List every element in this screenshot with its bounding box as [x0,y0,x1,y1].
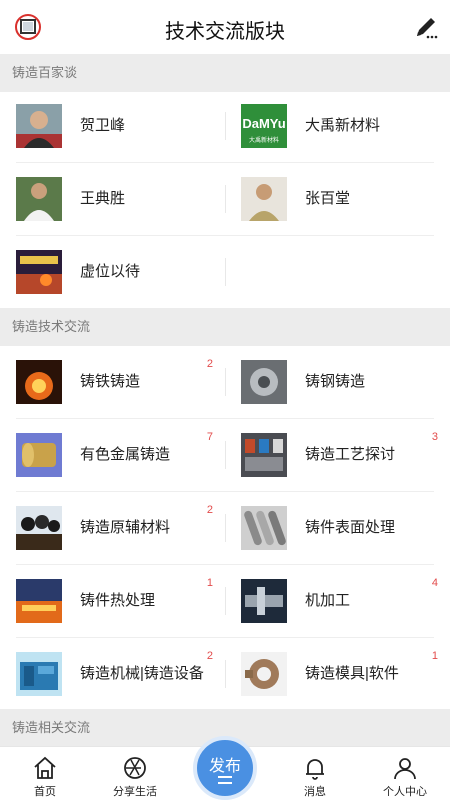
forum-label: 铸件热处理 [80,592,156,609]
section-header-experts: 铸造百家谈 [0,54,450,92]
expert-name: 虚位以待 [80,263,141,280]
brand-logo-subtext: 大禹新材料 [249,136,279,144]
avatar-photo [241,177,287,221]
avatar-photo [16,177,62,221]
aperture-icon [124,757,146,779]
forum-item[interactable]: 铸钢铸造 [225,346,450,418]
topic-image [16,506,62,550]
expert-name: 王典胜 [80,190,126,207]
topic-image [16,433,62,477]
expert-name: 大禹新材料 [305,117,381,134]
publish-label: 发布 [208,758,241,775]
forum-label: 铸铁铸造 [80,373,141,390]
tab-share[interactable]: 分享生活 [90,747,180,800]
expert-item[interactable]: 虚位以待 [0,236,225,308]
tab-profile[interactable]: 个人中心 [360,747,450,800]
avatar-photo [16,104,62,148]
forum-label: 有色金属铸造 [80,446,171,463]
forum-item[interactable]: 铸铁铸造 2 [0,346,225,418]
forum-label: 铸造模具|软件 [305,665,399,682]
bell-icon [306,759,324,780]
unread-badge: 3 [431,431,438,443]
edit-pencil-icon[interactable] [412,13,440,41]
unread-badge: 1 [206,577,213,589]
brand-logo-text: DaMYu [242,116,285,131]
unread-badge: 2 [206,358,213,370]
forum-label: 铸钢铸造 [305,373,366,390]
user-icon [394,758,416,780]
tab-messages[interactable]: 消息 [270,747,360,800]
tab-messages-label: 消息 [304,786,326,798]
expert-item[interactable]: 张百堂 [225,163,450,235]
topic-image [16,652,62,696]
expert-item[interactable]: 贺卫峰 [0,90,225,162]
topic-image [241,652,287,696]
tab-profile-label: 个人中心 [383,786,427,798]
divider [225,258,226,286]
unread-badge: 4 [431,577,438,589]
tab-share-label: 分享生活 [113,786,157,798]
topic-image [241,433,287,477]
home-icon [34,756,56,779]
unread-badge: 2 [206,504,213,516]
menu-lines-icon [218,776,232,784]
unread-badge: 1 [431,650,438,662]
topic-image [241,506,287,550]
expert-item[interactable]: DaMYu 大禹新材料 大禹新材料 [225,90,450,162]
placeholder-image [16,250,62,294]
forum-item[interactable]: 铸造工艺探讨 3 [225,419,450,491]
forum-label: 铸造工艺探讨 [305,446,396,463]
forum-item[interactable]: 有色金属铸造 7 [0,419,225,491]
expert-name: 贺卫峰 [80,117,126,134]
forum-item[interactable]: 铸造机械|铸造设备 2 [0,638,225,710]
section-header-tech: 铸造技术交流 [0,308,450,346]
forum-label: 铸件表面处理 [305,519,396,536]
expert-name: 张百堂 [305,190,351,207]
unread-badge: 7 [206,431,213,443]
topic-image [241,360,287,404]
brand-logo: DaMYu 大禹新材料 [241,104,287,148]
tab-home[interactable]: 首页 [0,747,90,800]
forum-item[interactable]: 铸造模具|软件 1 [225,638,450,710]
forum-item[interactable]: 机加工 4 [225,565,450,637]
tab-home-label: 首页 [34,786,56,798]
publish-button[interactable]: 发布 [193,736,257,800]
unread-badge: 2 [206,650,213,662]
forum-label: 铸造原辅材料 [80,519,171,536]
top-bar: 技术交流版块 [0,0,450,54]
forum-item[interactable]: 铸件热处理 1 [0,565,225,637]
expert-item[interactable]: 王典胜 [0,163,225,235]
topic-image [241,579,287,623]
forum-label: 机加工 [305,592,351,609]
forum-label: 铸造机械|铸造设备 [80,665,204,682]
forum-item[interactable]: 铸件表面处理 [225,492,450,564]
topic-image [16,579,62,623]
forum-item[interactable]: 铸造原辅材料 2 [0,492,225,564]
topic-image [16,360,62,404]
page-title: 技术交流版块 [165,21,285,43]
